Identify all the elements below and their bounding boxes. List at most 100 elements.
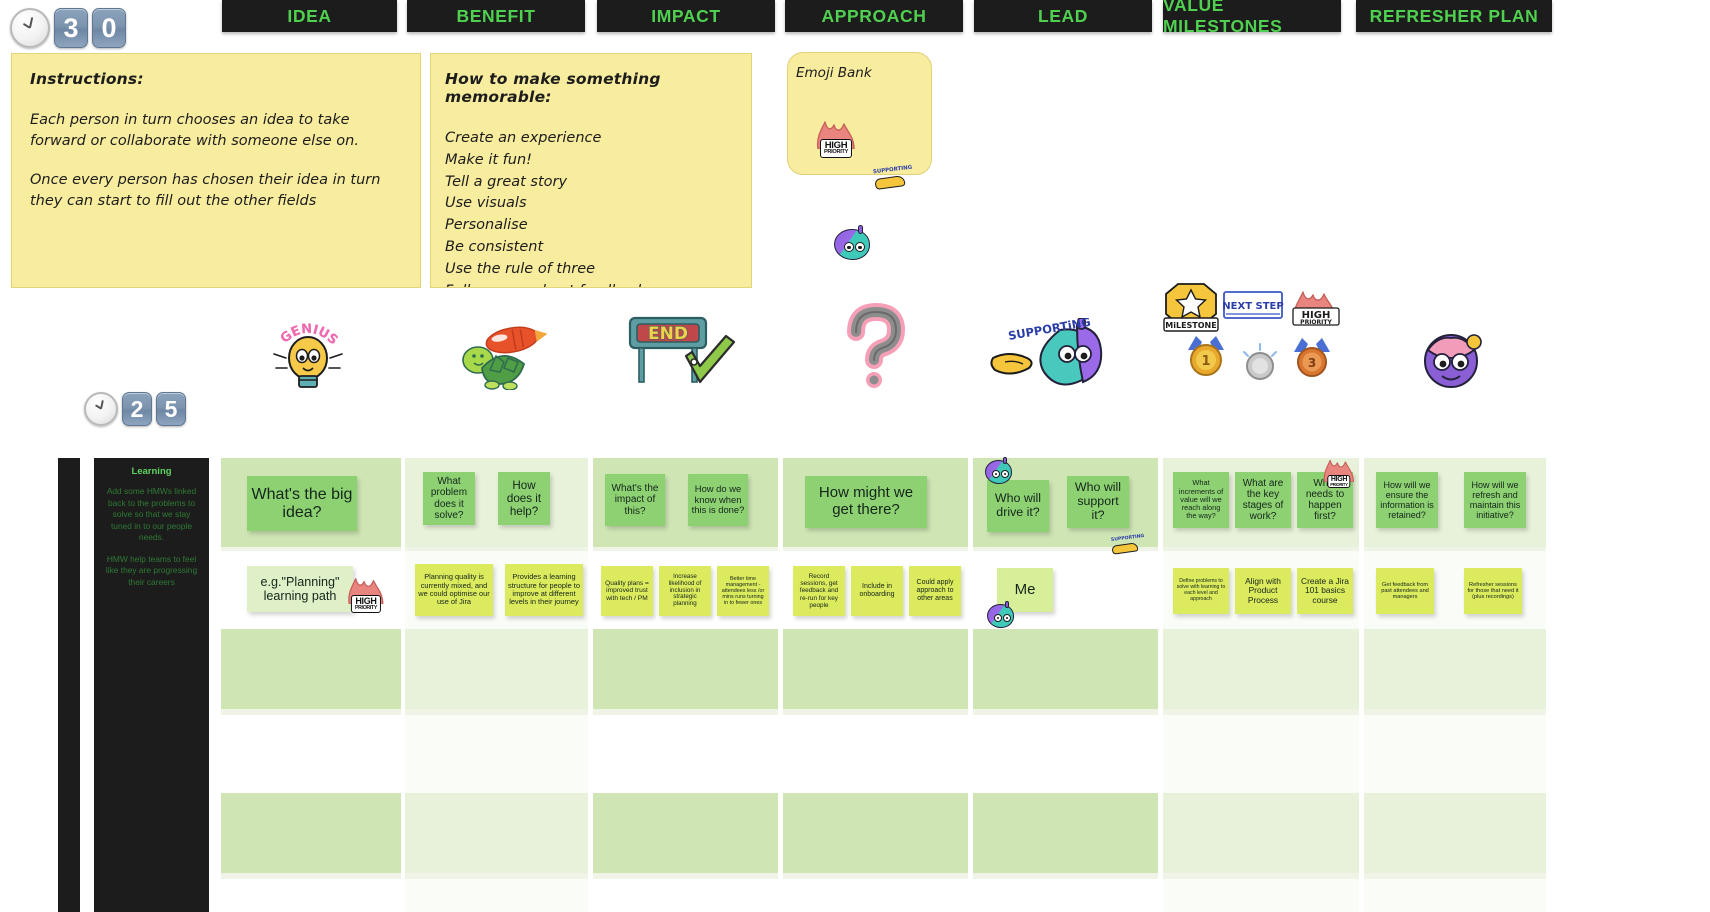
character-head-icon — [987, 604, 1014, 628]
grid-left-rail — [58, 458, 80, 912]
supporting-hand-sticker[interactable]: SUPPORTING — [1109, 534, 1153, 558]
whiteboard-canvas[interactable]: 3 0 Instructions: Each person in turn ch… — [0, 0, 1710, 912]
high-priority-fire-sticker[interactable]: HIGH PRIORITY — [1321, 458, 1357, 490]
sticky-note[interactable]: Define problems to solve with learning t… — [1173, 568, 1229, 614]
timer-digit-ones[interactable]: 5 — [156, 392, 186, 426]
sticky-note[interactable]: How do we know when this is done? — [688, 474, 748, 526]
sticky-note[interactable]: Provides a learning structure for people… — [505, 564, 583, 616]
column-header-approach[interactable]: APPROACH — [785, 0, 963, 32]
hand-icon — [874, 174, 906, 191]
grid-column-lead[interactable]: Who will drive it? Who will support it? … — [973, 457, 1158, 912]
sticky-note[interactable]: How will we refresh and maintain this in… — [1464, 472, 1526, 528]
memorable-tips-note[interactable]: How to make something memorable: Create … — [430, 53, 752, 288]
grid-column-impact[interactable]: What's the impact of this? How do we kno… — [593, 458, 778, 912]
grid-column-approach[interactable]: How might we get there? Record sessions,… — [783, 458, 968, 912]
high-priority-fire-sticker[interactable]: HIGH PRIORITY — [814, 119, 858, 158]
learning-panel[interactable]: Learning Add some HMWs linked back to th… — [94, 458, 209, 912]
memorable-item: Tell a great story — [445, 173, 568, 190]
brain-idea-character-sticker[interactable] — [1412, 328, 1490, 390]
supporting-hand-sticker[interactable]: SUPPORTING — [871, 165, 921, 193]
sticky-note[interactable]: Who will support it? — [1067, 476, 1129, 528]
grid-column-idea[interactable]: What's the big idea? e.g."Planning" lear… — [221, 458, 401, 912]
hand-icon — [1111, 542, 1139, 555]
instructions-paragraph: Each person in turn chooses an idea to t… — [30, 112, 359, 149]
board-grid[interactable]: Learning Add some HMWs linked back to th… — [58, 457, 1546, 912]
clock-icon — [84, 392, 118, 426]
milestone-badges-icon: MiLESTONE NEXT STEP HIGH PRIORITY 1 3 — [1163, 283, 1340, 380]
column-header-label: APPROACH — [821, 5, 927, 26]
column-header-label: IMPACT — [651, 5, 721, 26]
grid-column-refresher-plan[interactable]: How will we ensure the information is re… — [1364, 458, 1546, 912]
grid-column-value-milestones[interactable]: What increments of value will we reach a… — [1163, 458, 1359, 912]
brain-character-icon — [1424, 334, 1482, 388]
column-header-impact[interactable]: IMPACT — [597, 0, 775, 32]
purple-teal-character-sticker[interactable] — [987, 601, 1017, 632]
sticky-note[interactable]: What are the key stages of work? — [1235, 472, 1291, 528]
sticky-note[interactable]: What's the big idea? — [247, 476, 357, 531]
instructions-note[interactable]: Instructions: Each person in turn choose… — [11, 53, 421, 288]
supporting-character-sticker[interactable]: SUPPORTiNG — [985, 315, 1115, 394]
sticky-note[interactable]: Record sessions, get feedback and re-run… — [793, 566, 845, 616]
timer-digit-ones[interactable]: 0 — [92, 8, 126, 48]
column-header-refresher-plan[interactable]: REFRESHER PLAN — [1356, 0, 1552, 32]
next-step-label: NEXT STEP — [1222, 301, 1283, 312]
learning-panel-paragraph: HMW help teams to feel like they are pro… — [105, 553, 198, 587]
sticky-note[interactable]: Get feedback from past attendees and man… — [1376, 568, 1434, 614]
memorable-item: Use visuals — [445, 195, 527, 212]
memorable-item: Create an experience — [445, 130, 602, 146]
high-priority-fire-sticker[interactable]: HIGH PRIORITY — [345, 576, 387, 613]
column-header-lead[interactable]: LEAD — [974, 0, 1152, 32]
grid-columns: What's the big idea? e.g."Planning" lear… — [221, 457, 1546, 912]
end-sign-checkmark-sticker[interactable]: END — [622, 312, 740, 390]
timer-widget-30[interactable]: 3 0 — [10, 8, 126, 48]
question-mark-sticker[interactable] — [830, 302, 918, 390]
sticky-note[interactable]: Planning quality is currently mixed, and… — [415, 564, 493, 616]
medal-1-label: 1 — [1201, 354, 1210, 369]
column-header-idea[interactable]: IDEA — [222, 0, 397, 32]
memorable-item: Use the rule of three — [445, 260, 596, 277]
genius-lightbulb-sticker[interactable]: GENIUS GENIUS — [262, 318, 354, 390]
sticky-note[interactable]: Better time management - attendees less … — [717, 566, 769, 616]
sticky-note[interactable]: What's the impact of this? — [605, 474, 665, 526]
purple-teal-character-sticker[interactable] — [985, 457, 1015, 488]
svg-text:PRIORITY: PRIORITY — [1300, 319, 1332, 326]
purple-teal-character-sticker[interactable] — [834, 225, 872, 263]
timer-digit-tens[interactable]: 2 — [122, 392, 152, 426]
sticky-note[interactable]: How will we ensure the information is re… — [1376, 472, 1438, 528]
emoji-bank-card[interactable]: Emoji Bank HIGH PRIORITY SUPPORTING — [787, 52, 932, 260]
sticky-note[interactable]: Align with Product Process — [1235, 568, 1291, 614]
column-header-value-milestones[interactable]: VALUE MILESTONES — [1163, 0, 1341, 36]
learning-panel-paragraph: Add some HMWs linked back to the problem… — [106, 486, 197, 542]
character-head-icon — [834, 229, 870, 260]
sticky-note[interactable]: Include in onboarding — [851, 566, 903, 616]
medal-3-label: 3 — [1308, 356, 1316, 370]
column-header-benefit[interactable]: BENEFIT — [407, 0, 585, 32]
question-mark-icon — [847, 302, 906, 388]
sticky-note[interactable]: Create a Jira 101 basics course — [1297, 568, 1353, 614]
character-head-icon — [985, 460, 1012, 484]
sticky-note[interactable]: How does it help? — [498, 472, 550, 525]
column-header-label: BENEFIT — [456, 5, 536, 26]
timer-digit-tens[interactable]: 3 — [54, 8, 88, 48]
sticky-note[interactable]: What problem does it solve? — [423, 472, 475, 525]
grid-column-benefit[interactable]: What problem does it solve? How does it … — [405, 458, 588, 912]
memorable-item: Make it fun! — [445, 151, 532, 168]
end-sign-icon: END — [628, 316, 736, 384]
memorable-item: Personalise — [445, 217, 528, 234]
sticky-note[interactable]: Refresher sessions for those that need i… — [1464, 568, 1522, 614]
timer-widget-25[interactable]: 2 5 — [84, 392, 186, 426]
turtle-rocket-sticker[interactable] — [452, 318, 550, 391]
sticky-note[interactable]: Increase likelihood of inclusion in stra… — [659, 566, 711, 616]
fire-label-line2: PRIORITY — [823, 149, 849, 156]
sticky-note[interactable]: How might we get there? — [805, 476, 927, 528]
sticky-note[interactable]: Quality plans = improved trust with tech… — [601, 566, 653, 616]
sticky-note[interactable]: Could apply approach to other areas — [909, 566, 961, 616]
lightbulb-icon: GENIUS GENIUS — [273, 321, 343, 388]
sticky-note[interactable]: e.g."Planning" learning path — [247, 566, 353, 612]
milestone-label: MiLESTONE — [1165, 321, 1216, 330]
milestone-badges-sticker[interactable]: MiLESTONE NEXT STEP HIGH PRIORITY 1 3 — [1160, 278, 1346, 390]
clock-icon — [10, 8, 50, 48]
sticky-note[interactable]: What increments of value will we reach a… — [1173, 472, 1229, 528]
memorable-title: How to make something memorable: — [445, 70, 661, 106]
supporting-character-icon: SUPPORTiNG — [990, 315, 1103, 386]
